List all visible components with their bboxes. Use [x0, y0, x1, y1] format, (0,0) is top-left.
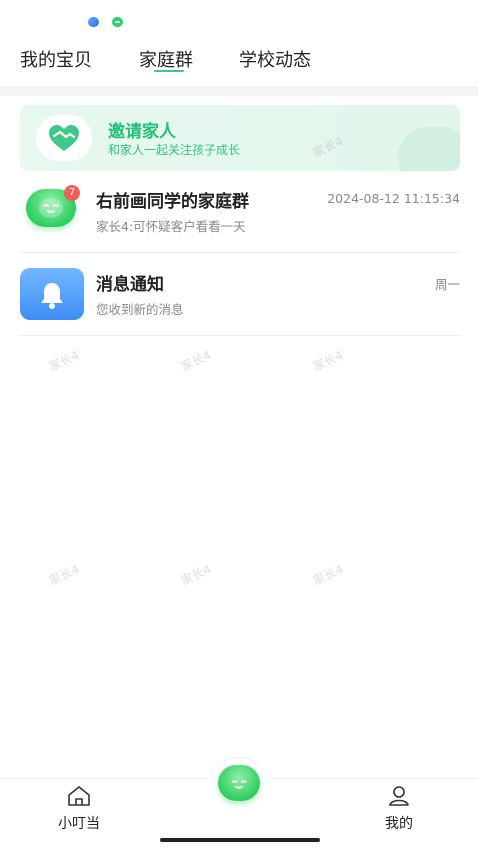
watermark: 家长4 — [310, 347, 346, 374]
list-item-family-group[interactable]: 7 右前画同学的家庭群 2024-08-12 11:15:34 家长4:可怀疑客… — [20, 173, 460, 253]
user-icon — [389, 786, 409, 806]
unread-badge: 7 — [64, 185, 80, 201]
home-icon — [68, 786, 90, 806]
watermark: 家长4 — [310, 561, 346, 588]
home-indicator — [160, 838, 320, 842]
watermark: 家长4 — [178, 561, 214, 588]
nav-mine-label: 我的 — [385, 816, 413, 832]
watermark: 家长4 — [46, 347, 82, 374]
active-tab-indicator — [154, 70, 184, 72]
handshake-icon — [49, 125, 79, 151]
status-bar — [0, 0, 478, 38]
notification-time: 周一 — [434, 277, 460, 292]
baby-face-icon — [231, 780, 247, 789]
nav-item-home[interactable]: 小叮当 — [49, 785, 109, 833]
tab-school-news[interactable]: 学校动态 — [239, 46, 311, 72]
invite-family-card[interactable]: 邀请家人 和家人一起关注孩子成长 — [20, 105, 460, 171]
header-divider — [0, 86, 478, 96]
notification-avatar — [20, 268, 84, 320]
list-item-notifications[interactable]: 消息通知 周一 您收到新的消息 — [20, 256, 460, 336]
watermark: 家长4 — [178, 347, 214, 374]
notification-preview: 您收到新的消息 — [96, 302, 184, 317]
top-tabs: 我的宝贝 家庭群 学校动态 — [0, 40, 478, 84]
group-title: 右前画同学的家庭群 — [96, 192, 249, 212]
chat-notification-icon — [112, 17, 123, 27]
nav-center-button[interactable] — [218, 765, 260, 801]
invite-title: 邀请家人 — [108, 122, 176, 142]
baby-face-icon — [39, 198, 63, 218]
watermark: 家长4 — [46, 561, 82, 588]
notification-title: 消息通知 — [96, 275, 164, 295]
tab-family-group[interactable]: 家庭群 — [139, 46, 193, 72]
invite-decoration — [398, 127, 460, 171]
tab-my-baby[interactable]: 我的宝贝 — [20, 46, 92, 72]
nav-item-mine[interactable]: 我的 — [369, 785, 429, 833]
nav-home-label: 小叮当 — [58, 816, 100, 832]
group-timestamp: 2024-08-12 11:15:34 — [327, 191, 460, 206]
app-notification-icon — [88, 17, 99, 27]
invite-subtitle: 和家人一起关注孩子成长 — [108, 143, 241, 157]
invite-icon-container — [36, 115, 92, 161]
bell-icon — [41, 283, 63, 309]
group-last-message: 家长4:可怀疑客户看看一天 — [96, 219, 246, 234]
